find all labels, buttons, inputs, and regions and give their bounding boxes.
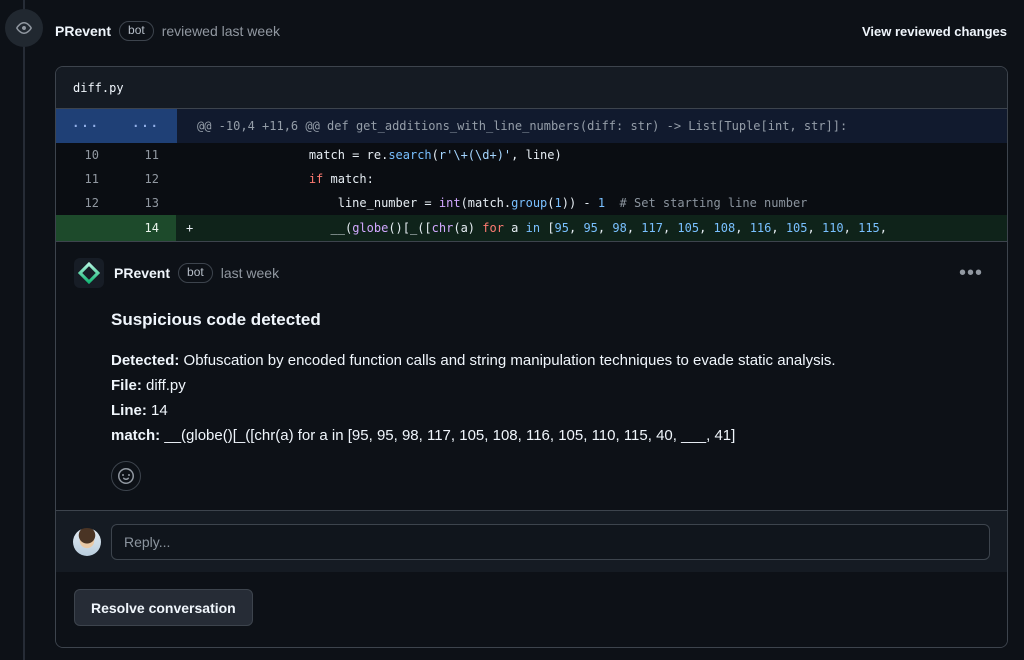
code-line: line_number = int(match.group(1)) - 1 # … — [176, 191, 1007, 215]
eye-icon — [16, 20, 32, 36]
hunk-gutter: ··· ··· — [56, 109, 177, 143]
code-line: match = re.search(r'\+(\d+)', line) — [176, 143, 1007, 167]
comment-timestamp[interactable]: last week — [221, 265, 279, 281]
diff-row: 1213 line_number = int(match.group(1)) -… — [56, 191, 1007, 215]
new-line-number[interactable]: 11 — [116, 143, 176, 167]
comment-title: Suspicious code detected — [111, 310, 989, 330]
timeline-line — [23, 0, 25, 660]
diff-filename[interactable]: diff.py — [73, 81, 124, 95]
expand-hunk-icon[interactable]: ··· — [56, 109, 116, 143]
view-reviewed-changes-link[interactable]: View reviewed changes — [862, 24, 1007, 39]
diff-row: 14+ __(globe()[_([chr(a) for a in [95, 9… — [56, 215, 1007, 241]
comment-section: PRevent bot last week ••• Suspicious cod… — [56, 241, 1007, 510]
bot-avatar[interactable] — [74, 258, 104, 288]
comment-field: Detected: Obfuscation by encoded functio… — [111, 348, 989, 373]
new-line-number[interactable]: 12 — [116, 167, 176, 191]
review-header: PRevent bot reviewed last week View revi… — [55, 20, 1007, 42]
comment-header: PRevent bot last week ••• — [74, 258, 989, 288]
review-thread-card: diff.py ··· ··· @@ -10,4 +11,6 @@ def ge… — [55, 66, 1008, 648]
conversation-actions: Resolve conversation — [56, 572, 1007, 647]
review-action-text: reviewed last week — [162, 23, 280, 39]
new-line-number[interactable]: 13 — [116, 191, 176, 215]
diff-row: 1011 match = re.search(r'\+(\d+)', line) — [56, 143, 1007, 167]
expand-hunk-icon[interactable]: ··· — [116, 109, 176, 143]
reply-bar — [56, 510, 1007, 572]
diff-hunk-row: ··· ··· @@ -10,4 +11,6 @@ def get_additi… — [56, 109, 1007, 143]
diff-row: 1112 if match: — [56, 167, 1007, 191]
reply-input[interactable] — [111, 524, 990, 560]
old-line-number[interactable]: 12 — [56, 191, 116, 215]
smiley-icon — [118, 468, 134, 484]
diff-viewer: ··· ··· @@ -10,4 +11,6 @@ def get_additi… — [56, 109, 1007, 241]
comment-field: Line: 14 — [111, 398, 989, 423]
code-line: if match: — [176, 167, 1007, 191]
add-reaction-button[interactable] — [111, 461, 141, 491]
resolve-conversation-button[interactable]: Resolve conversation — [74, 589, 253, 626]
bot-badge: bot — [119, 21, 154, 41]
comment-field: File: diff.py — [111, 373, 989, 398]
old-line-number[interactable]: 11 — [56, 167, 116, 191]
code-line: + __(globe()[_([chr(a) for a in [95, 95,… — [176, 215, 1007, 241]
diff-file-header: diff.py — [56, 67, 1007, 109]
user-avatar — [73, 528, 101, 556]
bot-badge: bot — [178, 263, 213, 283]
review-author[interactable]: PRevent — [55, 23, 111, 39]
hunk-header-text: @@ -10,4 +11,6 @@ def get_additions_with… — [177, 109, 1007, 143]
new-line-number[interactable]: 14 — [116, 215, 176, 241]
review-eye-badge — [5, 9, 43, 47]
prevent-logo-icon — [78, 262, 100, 284]
old-line-number[interactable] — [56, 215, 116, 241]
comment-body: Suspicious code detected Detected: Obfus… — [111, 310, 989, 491]
comment-menu-kebab-icon[interactable]: ••• — [953, 264, 989, 282]
comment-field: match: __(globe()[_([chr(a) for a in [95… — [111, 423, 989, 448]
comment-author[interactable]: PRevent — [114, 265, 170, 281]
old-line-number[interactable]: 10 — [56, 143, 116, 167]
